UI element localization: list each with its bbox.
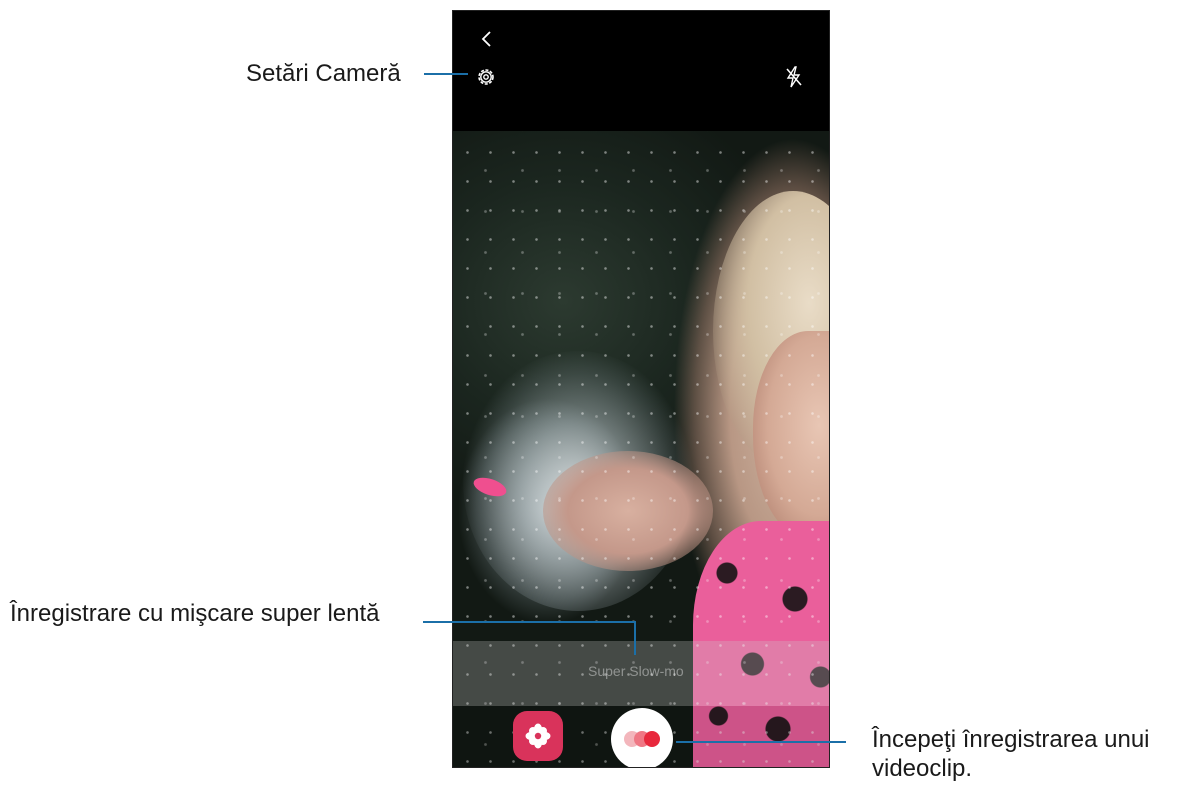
callout-super-slow-mo: Înregistrare cu mişcare super lentă xyxy=(10,600,380,627)
camera-screen: Super Slow-mo xyxy=(452,10,830,768)
back-chevron-icon[interactable] xyxy=(475,27,499,51)
mode-label: Super Slow-mo xyxy=(588,663,684,679)
gallery-button[interactable] xyxy=(513,711,563,761)
camera-top-bar xyxy=(453,11,829,131)
super-slow-mo-record-icon xyxy=(624,731,660,747)
leader-start-recording-tick xyxy=(844,741,846,743)
callout-start-recording-line1: Începeţi înregistrarea unui xyxy=(872,726,1150,753)
gear-icon[interactable] xyxy=(473,64,499,90)
callout-start-recording-line2: videoclip. xyxy=(872,755,973,782)
callout-camera-settings: Setări Cameră xyxy=(246,60,401,87)
gallery-flower-icon xyxy=(525,723,551,749)
flash-off-icon[interactable] xyxy=(781,64,807,90)
leader-super-slow-mo-v xyxy=(634,621,636,655)
leader-start-recording-h xyxy=(676,741,846,743)
leader-camera-settings xyxy=(424,73,468,75)
leader-super-slow-mo-h xyxy=(423,621,636,623)
record-button[interactable] xyxy=(611,708,673,767)
